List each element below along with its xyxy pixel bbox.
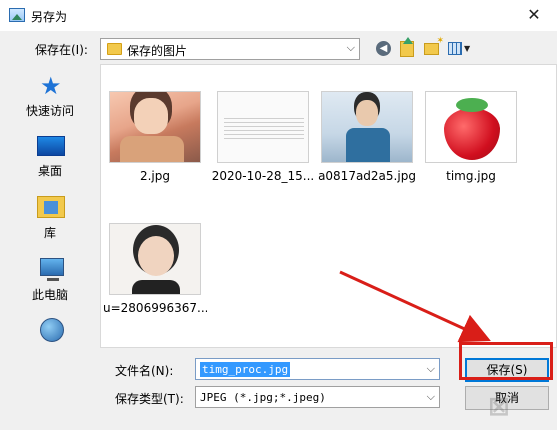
file-item[interactable]: a0817ad2a5.jpg xyxy=(315,91,419,201)
file-item[interactable]: 2.jpg xyxy=(103,91,207,201)
image-app-icon xyxy=(9,8,25,22)
sidebar-item-label: 库 xyxy=(43,226,56,240)
star-icon: ★ xyxy=(40,72,62,100)
file-name: a0817ad2a5.jpg xyxy=(318,169,416,183)
save-in-label: 保存在(I): xyxy=(35,43,88,57)
view-chevron-icon[interactable]: ▼ xyxy=(464,44,470,53)
image-thumbnail xyxy=(217,91,309,163)
file-item[interactable]: u=2806996367... xyxy=(103,223,207,333)
file-name: 2020-10-28_15... xyxy=(211,169,315,183)
image-thumbnail xyxy=(425,91,517,163)
computer-icon xyxy=(40,258,64,281)
sidebar-item-label: 快速访问 xyxy=(25,104,74,118)
image-thumbnail xyxy=(321,91,413,163)
filetype-select[interactable]: JPEG (*.jpg;*.jpeg) ⌵ xyxy=(195,386,440,408)
places-sidebar: ★ 快速访问 桌面 库 此电脑 网络 xyxy=(0,64,100,364)
back-icon[interactable]: ◀ xyxy=(376,41,391,56)
file-name: timg.jpg xyxy=(446,169,496,183)
sidebar-item-quick-access[interactable]: ★ 快速访问 xyxy=(0,68,100,124)
chevron-down-icon: ⌵ xyxy=(346,41,355,54)
up-folder-icon[interactable] xyxy=(400,37,414,57)
new-folder-icon[interactable] xyxy=(424,36,444,55)
library-icon xyxy=(37,196,65,218)
file-item[interactable]: 2020-10-28_15... xyxy=(211,91,315,201)
filetype-label: 保存类型(T): xyxy=(115,392,184,406)
file-name: u=2806996367... xyxy=(103,301,207,315)
location-toolbar: 保存在(I): 保存的图片 ⌵ ◀ ▼ xyxy=(0,32,557,64)
sidebar-item-this-pc[interactable]: 此电脑 xyxy=(0,252,100,308)
sidebar-item-desktop[interactable]: 桌面 xyxy=(0,128,100,184)
sidebar-item-label: 此电脑 xyxy=(31,288,68,302)
image-thumbnail xyxy=(109,91,201,163)
file-list-pane[interactable]: 2.jpg 2020-10-28_15... a0817ad2a5.jpg ti… xyxy=(100,64,557,348)
file-item[interactable]: timg.jpg xyxy=(419,91,523,201)
network-icon xyxy=(40,318,64,342)
location-dropdown[interactable]: 保存的图片 ⌵ xyxy=(100,38,360,60)
filename-input[interactable]: timg_proc.jpg ⌵ xyxy=(195,358,440,380)
annotation-highlight-box xyxy=(459,342,553,380)
title-bar: 另存为 ✕ xyxy=(0,0,557,32)
filename-label: 文件名(N): xyxy=(115,364,174,378)
watermark-logo: ⊠ xyxy=(488,392,510,422)
file-name: 2.jpg xyxy=(139,169,171,183)
filetype-value: JPEG (*.jpg;*.jpeg) xyxy=(200,391,326,404)
window-title: 另存为 xyxy=(31,10,68,24)
sidebar-item-label: 桌面 xyxy=(37,164,62,178)
close-icon[interactable]: ✕ xyxy=(511,0,557,32)
image-thumbnail xyxy=(109,223,201,295)
view-menu-icon[interactable] xyxy=(448,42,462,55)
chevron-down-icon[interactable]: ⌵ xyxy=(427,362,435,376)
filename-value[interactable]: timg_proc.jpg xyxy=(200,362,291,377)
desktop-icon xyxy=(37,136,65,156)
chevron-down-icon: ⌵ xyxy=(426,390,435,403)
folder-icon xyxy=(107,43,122,55)
sidebar-item-library[interactable]: 库 xyxy=(0,190,100,246)
location-text: 保存的图片 xyxy=(127,44,188,58)
